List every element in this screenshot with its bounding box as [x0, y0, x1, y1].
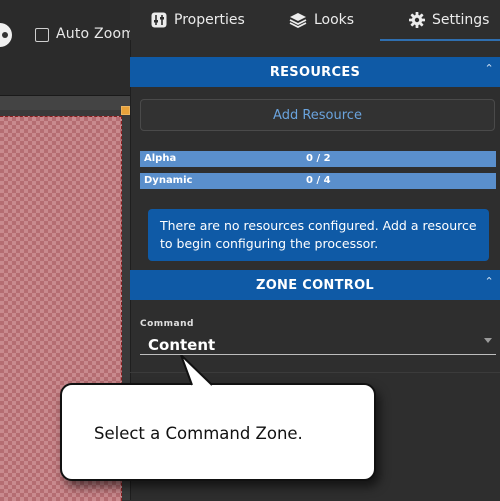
zone-control-section-header[interactable]: ZONE CONTROL ⌃ [130, 270, 500, 300]
tab-settings[interactable]: Settings [409, 0, 489, 40]
canvas-toolbar [0, 0, 130, 95]
tab-label: Settings [432, 12, 490, 28]
panel-tab-bar: Properties Looks Settings [130, 0, 500, 40]
resource-row[interactable]: Dynamic 0 / 4 [140, 173, 496, 189]
add-resource-button[interactable]: Add Resource [140, 99, 495, 131]
resource-row[interactable]: Alpha 0 / 2 [140, 151, 496, 167]
chevron-up-icon[interactable]: ⌃ [484, 275, 494, 288]
sliders-icon [151, 12, 167, 28]
dropdown-caret-icon[interactable] [484, 338, 492, 343]
section-title: RESOURCES [269, 64, 361, 80]
resource-name: Alpha [144, 153, 177, 164]
callout-pointer [180, 355, 213, 386]
callout-text: Select a Command Zone. [94, 424, 303, 443]
canvas-ruler [0, 96, 130, 110]
tab-properties[interactable]: Properties [151, 0, 245, 40]
resource-name: Dynamic [144, 175, 193, 186]
auto-zoom-checkbox[interactable] [35, 28, 49, 42]
command-field-label: Command [140, 319, 194, 329]
chevron-up-icon[interactable]: ⌃ [484, 62, 494, 75]
tab-looks[interactable]: Looks [289, 0, 354, 40]
auto-zoom-label: Auto Zoom [56, 26, 136, 42]
no-resources-info: There are no resources configured. Add a… [148, 209, 489, 261]
active-tab-indicator [380, 39, 500, 41]
resize-handle[interactable] [121, 106, 130, 115]
tab-label: Looks [314, 12, 355, 28]
resources-section-header[interactable]: RESOURCES ⌃ [130, 57, 500, 87]
command-select[interactable]: Content [148, 336, 215, 354]
layers-icon [289, 12, 307, 28]
tab-label: Properties [174, 12, 245, 28]
section-title: ZONE CONTROL [255, 277, 375, 293]
record-dot-icon [2, 32, 8, 38]
resource-count: 0 / 2 [306, 153, 331, 164]
gear-icon [409, 12, 425, 28]
resource-count: 0 / 4 [306, 175, 331, 186]
